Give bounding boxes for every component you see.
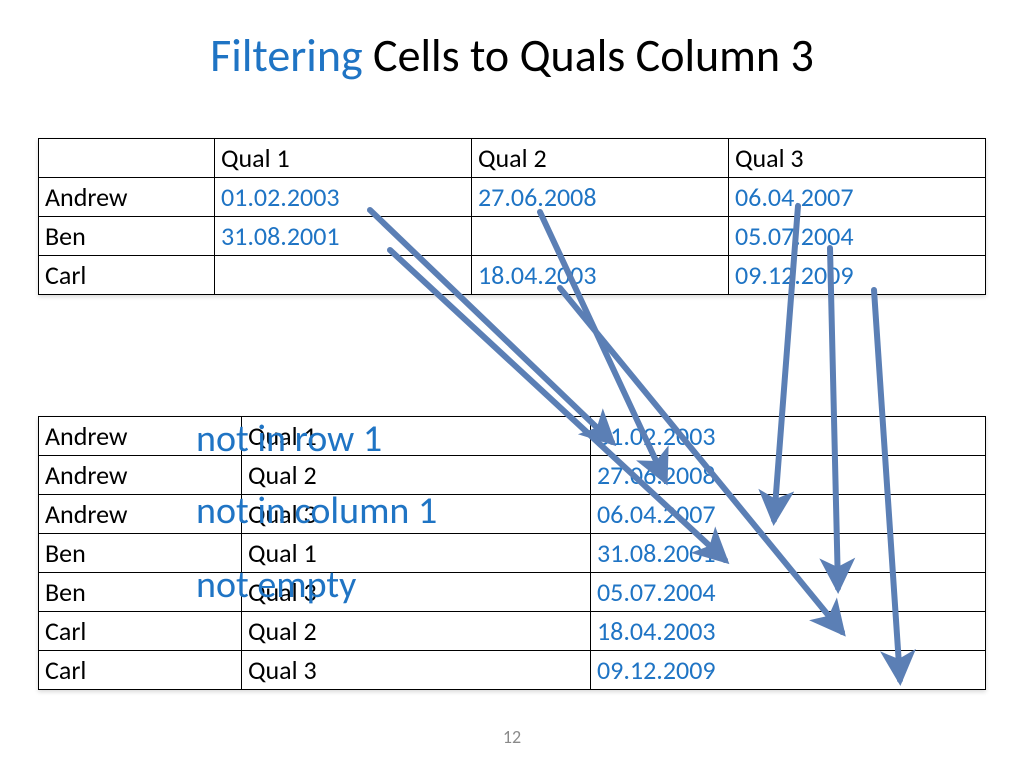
title-rest: Cells to Quals Column 3 [363,28,814,84]
table-row: Ben Qual 1 31.08.2001 [39,534,986,573]
cell-qual: Qual 2 [242,612,591,651]
cell-date: 27.06.2008 [591,456,986,495]
cell-name: Ben [39,217,215,256]
cell-name: Carl [39,651,242,690]
cell-qual: Qual 3 [242,651,591,690]
cell-name: Carl [39,612,242,651]
source-table: Qual 1 Qual 2 Qual 3 Andrew 01.02.2003 2… [38,138,986,295]
cell-date: 31.08.2001 [591,534,986,573]
annotation-not-row1: not in row 1 [196,416,382,462]
slide-title: Filtering Cells to Quals Column 3 [0,28,1024,84]
cell-date [215,256,472,295]
cell-date: 01.02.2003 [215,178,472,217]
cell-name: Carl [39,256,215,295]
table-row: Ben 31.08.2001 05.07.2004 [39,217,986,256]
annotation-not-column1: not in column 1 [196,488,437,534]
title-accent: Filtering [210,28,362,84]
annotation-not-empty: not empty [196,562,356,608]
table-row: Carl 18.04.2003 09.12.2009 [39,256,986,295]
cell-date: 27.06.2008 [471,178,728,217]
table-header-row: Qual 1 Qual 2 Qual 3 [39,139,986,178]
cell-date: 18.04.2003 [591,612,986,651]
table-row: Ben Qual 3 05.07.2004 [39,573,986,612]
cell-date: 06.04.2007 [728,178,985,217]
cell-date: 01.02.2003 [591,417,986,456]
cell-date: 18.04.2003 [471,256,728,295]
page-number: 12 [0,726,1024,748]
cell-date: 05.07.2004 [591,573,986,612]
table-row: Carl Qual 3 09.12.2009 [39,651,986,690]
header-blank [39,139,215,178]
result-table: Andrew Qual 1 01.02.2003 Andrew Qual 2 2… [38,416,986,690]
cell-date: 09.12.2009 [591,651,986,690]
cell-date: 06.04.2007 [591,495,986,534]
cell-date: 05.07.2004 [728,217,985,256]
table-row: Carl Qual 2 18.04.2003 [39,612,986,651]
cell-date: 09.12.2009 [728,256,985,295]
table-row: Andrew Qual 1 01.02.2003 [39,417,986,456]
table-row: Andrew Qual 2 27.06.2008 [39,456,986,495]
table-row: Andrew 01.02.2003 27.06.2008 06.04.2007 [39,178,986,217]
header-qual3: Qual 3 [728,139,985,178]
cell-date [471,217,728,256]
header-qual1: Qual 1 [215,139,472,178]
table-row: Andrew Qual 3 06.04.2007 [39,495,986,534]
cell-name: Andrew [39,178,215,217]
header-qual2: Qual 2 [471,139,728,178]
cell-date: 31.08.2001 [215,217,472,256]
